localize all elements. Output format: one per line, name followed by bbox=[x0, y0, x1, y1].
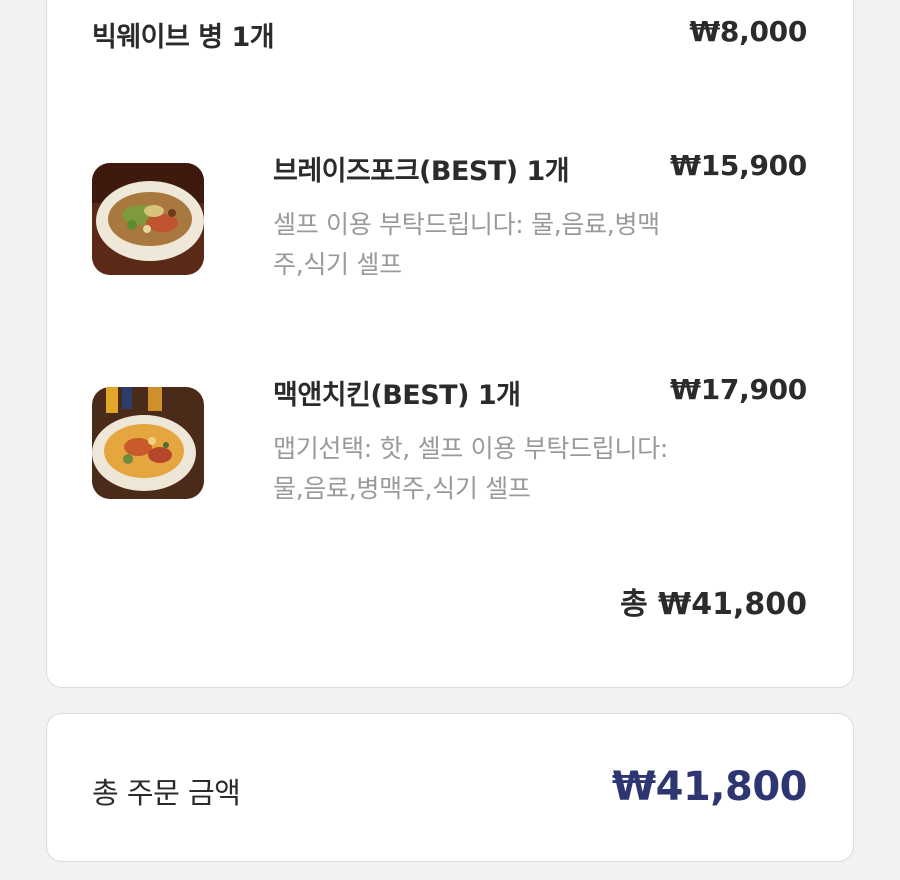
item-price: ₩15,900 bbox=[670, 149, 807, 182]
item-price: ₩17,900 bbox=[670, 373, 807, 406]
mac-chicken-photo bbox=[92, 387, 204, 499]
order-items-card: 빅웨이브 병 1개 ₩8,000 브레이즈포크(BEST) 1개 ₩15,900… bbox=[46, 0, 854, 688]
order-total-card: 총 주문 금액 ₩41,800 bbox=[46, 713, 854, 862]
options-line: 주,식기 셀프 bbox=[273, 250, 402, 279]
order-subtotal: 총 ₩41,800 bbox=[620, 587, 807, 622]
total-amount: ₩41,800 bbox=[612, 764, 807, 810]
options-line: 물,음료,병맥주,식기 셀프 bbox=[273, 474, 531, 503]
item-name: 빅웨이브 병 1개 bbox=[92, 22, 275, 53]
total-label: 총 주문 금액 bbox=[92, 776, 241, 810]
options-line: 셀프 이용 부탁드립니다: 물,음료,병맥 bbox=[273, 210, 660, 239]
item-image bbox=[92, 387, 204, 499]
item-name: 브레이즈포크(BEST) 1개 bbox=[273, 156, 570, 187]
item-options: 맵기선택: 핫, 셀프 이용 부탁드립니다: 물,음료,병맥주,식기 셀프 bbox=[273, 429, 703, 509]
item-options: 셀프 이용 부탁드립니다: 물,음료,병맥 주,식기 셀프 bbox=[273, 205, 703, 285]
options-line: 맵기선택: 핫, 셀프 이용 부탁드립니다: bbox=[273, 434, 668, 463]
braised-pork-photo bbox=[92, 163, 204, 275]
item-name: 맥앤치킨(BEST) 1개 bbox=[273, 380, 521, 411]
item-image bbox=[92, 163, 204, 275]
item-price: ₩8,000 bbox=[689, 15, 807, 48]
